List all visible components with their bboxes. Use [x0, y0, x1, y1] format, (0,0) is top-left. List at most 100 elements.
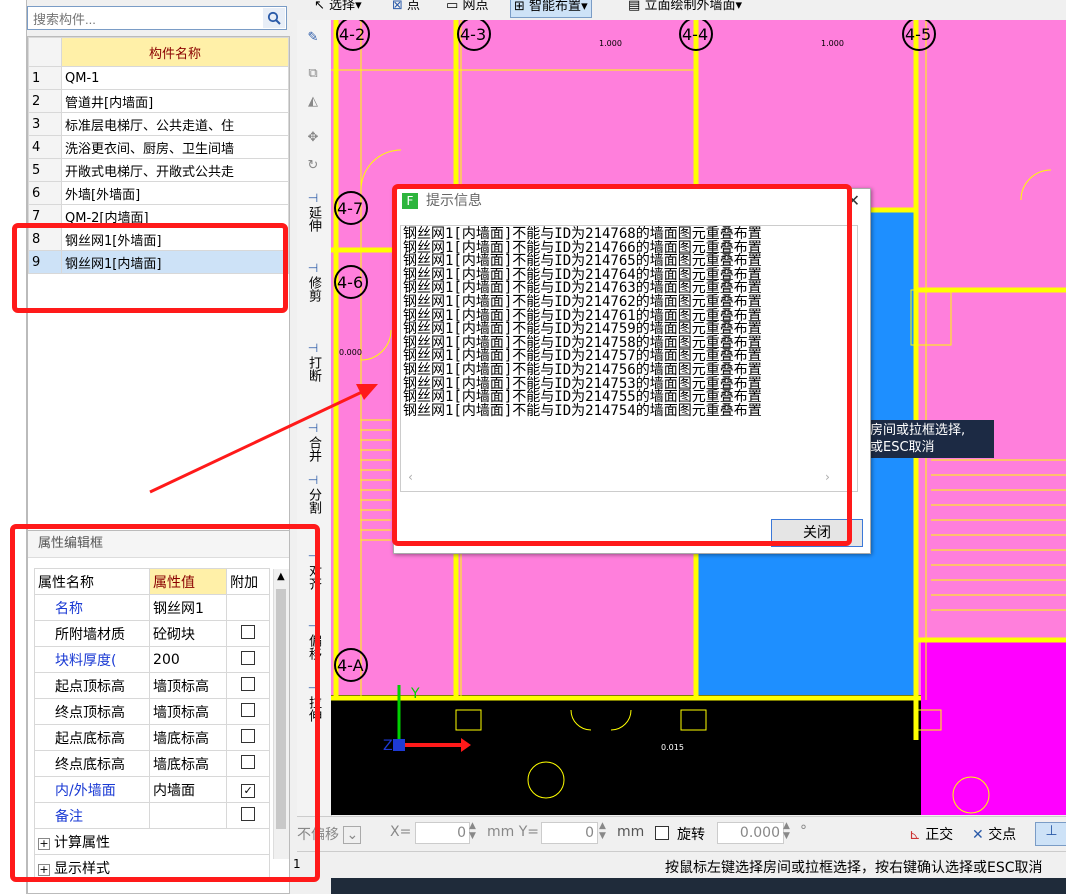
grid-label: 4-7 — [337, 199, 363, 218]
search-button[interactable] — [263, 8, 285, 28]
component-name-header: 构件名称 — [61, 37, 289, 67]
x-coordinate-input[interactable]: 0 — [415, 822, 470, 844]
component-name: 洗浴更衣间、厨房、卫生间墙 — [61, 135, 289, 159]
grid-point-label: 网点 — [462, 0, 489, 13]
orthogonal-button[interactable]: ⊾ 正交 — [909, 824, 953, 844]
canvas-label: 0.000 — [339, 348, 362, 357]
grid-label: 4-5 — [905, 25, 931, 44]
component-list-header-row: 构件名称 — [28, 37, 289, 67]
component-name: QM-1 — [61, 66, 289, 90]
component-row[interactable]: 4 洗浴更衣间、厨房、卫生间墙 — [28, 135, 289, 159]
angle-spinner-icon[interactable]: ▲ ▼ — [783, 821, 790, 841]
component-search-box[interactable] — [27, 6, 287, 30]
component-row[interactable]: 3 标准层电梯厅、公共走道、住 — [28, 112, 289, 136]
y-spinner-icon[interactable]: ▲ ▼ — [599, 821, 606, 841]
elevation-label: 立面绘制外墙面 — [644, 0, 736, 13]
orthogonal-icon: ⊾ — [909, 827, 921, 843]
tool-icon: ⊣ — [307, 191, 319, 205]
tooltip-line: 房间或拉框选择, — [870, 423, 966, 438]
smart-layout-icon: ⊞ — [514, 0, 525, 14]
chevron-down-icon: ⌄ — [343, 826, 362, 844]
highlight-box-properties — [10, 524, 320, 882]
mirror-icon[interactable]: ◭ — [303, 94, 323, 110]
canvas-label: 1.000 — [821, 39, 844, 48]
vertical-tool-button[interactable]: ⊣ 分割 — [303, 472, 323, 514]
intersection-button[interactable]: ✕ 交点 — [972, 824, 1016, 844]
grid-label: 4-3 — [460, 25, 486, 44]
canvas-tooltip: 房间或拉框选择, 或ESC取消 — [866, 420, 994, 458]
row-number: 2 — [28, 89, 62, 113]
copy-icon[interactable]: ⧉ — [303, 66, 323, 82]
tool-icon: ⊣ — [307, 473, 319, 487]
corridor-area-black — [331, 700, 921, 815]
canvas-label: 1.000 — [599, 39, 622, 48]
angle-input[interactable]: 0.000 — [717, 822, 784, 844]
rotate-checkbox[interactable] — [655, 826, 669, 840]
point-label: 点 — [407, 0, 421, 13]
vertical-tool-label: 延伸 — [306, 206, 321, 232]
row-number: 6 — [28, 181, 62, 205]
component-name: 外墙[外墙面] — [61, 181, 289, 205]
vertical-tool-button[interactable]: ⊣ 修剪 — [303, 260, 323, 302]
coordinate-bar: 不偏移 ⌄ X= 0 ▲ ▼ mm Y= 0 ▲ ▼ mm 旋转 0.000 ▲ ▼ … — [297, 816, 1066, 851]
vertical-tool-button[interactable]: ⊣ 打断 — [303, 340, 323, 382]
y-axis-label: Y — [410, 686, 420, 702]
move-icon[interactable]: ✥ — [303, 130, 323, 146]
rotate-label: 旋转 — [677, 827, 705, 843]
row-number: 5 — [28, 158, 62, 182]
highlight-box-dialog — [392, 184, 852, 546]
vertical-tool-label: 打断 — [306, 356, 321, 382]
vertical-tool-button[interactable]: ⊣ 合并 — [303, 420, 323, 462]
row-number: 4 — [28, 135, 62, 159]
room-area-magenta — [921, 640, 1066, 815]
smart-layout-label: 智能布置 — [529, 0, 582, 14]
select-label: 选择 — [329, 0, 356, 13]
row-number: 3 — [28, 112, 62, 136]
intersection-icon: ✕ — [972, 827, 984, 843]
taskbar — [331, 878, 1066, 894]
degree-label: ° — [800, 823, 807, 839]
x-label: X= — [390, 824, 412, 840]
point-tool-button[interactable]: ⊠ 点 — [392, 0, 420, 16]
select-tool-button[interactable]: ↖ 选择▾ — [314, 0, 362, 16]
y-coordinate-input[interactable]: 0 — [541, 822, 598, 844]
rotate-icon[interactable]: ↻ — [303, 158, 323, 174]
tool-icon: ⊣ — [307, 421, 319, 435]
top-toolbar: ↖ 选择▾ ⊠ 点 ▭ 网点 ⊞ 智能布置▾ ▤ 立面绘制外墙面▾ — [298, 0, 1066, 18]
component-row[interactable]: 5 开敞式电梯厅、开敞式公共走 — [28, 158, 289, 182]
brush-icon[interactable]: ✎ — [303, 30, 323, 46]
component-name: 管道井[内墙面] — [61, 89, 289, 113]
status-text: 按鼠标左键选择房间或拉框选择，按右键确认选择或ESC取消 — [665, 860, 1043, 876]
vertical-tool-button[interactable]: ⊣ 延伸 — [303, 190, 323, 232]
x-spinner-icon[interactable]: ▲ ▼ — [469, 821, 476, 841]
canvas-label: 0.015 — [661, 743, 684, 752]
grid-label: 4-2 — [339, 25, 365, 44]
component-search-input[interactable] — [31, 8, 265, 30]
vertical-tool-label: 修剪 — [306, 276, 321, 302]
elevation-icon: ▤ — [628, 0, 641, 13]
vertical-tool-label: 合并 — [306, 436, 321, 462]
elevation-wall-button[interactable]: ▤ 立面绘制外墙面▾ — [628, 0, 742, 16]
tool-icon: ⊣ — [307, 261, 319, 275]
intersection-label: 交点 — [988, 827, 1017, 843]
vertical-tool-label: 分割 — [306, 488, 321, 514]
grid-label: 4-A — [337, 656, 364, 675]
component-name: 开敞式电梯厅、开敞式公共走 — [61, 158, 289, 182]
grid-point-icon: ▭ — [446, 0, 459, 13]
cursor-icon: ↖ — [314, 0, 325, 13]
status-bar: 1 按鼠标左键选择房间或拉框选择，按右键确认选择或ESC取消 — [293, 851, 1066, 879]
unit-label: mm — [617, 824, 645, 840]
row-number: 1 — [28, 66, 62, 90]
y-label: mm Y= — [487, 824, 540, 840]
grid-point-tool-button[interactable]: ▭ 网点 — [446, 0, 488, 16]
grid-label: 4-4 — [682, 25, 708, 44]
component-name: 标准层电梯厅、公共走道、住 — [61, 112, 289, 136]
component-row[interactable]: 6 外墙[外墙面] — [28, 181, 289, 205]
component-row[interactable]: 2 管道井[内墙面] — [28, 89, 289, 113]
point-icon: ⊠ — [392, 0, 403, 13]
component-row[interactable]: 1 QM-1 — [28, 66, 289, 90]
smart-layout-button[interactable]: ⊞ 智能布置▾ — [510, 0, 592, 18]
orthogonal-label: 正交 — [925, 827, 954, 843]
perpendicular-button[interactable]: ⊥ — [1035, 822, 1066, 846]
tool-icon: ⊣ — [307, 341, 319, 355]
